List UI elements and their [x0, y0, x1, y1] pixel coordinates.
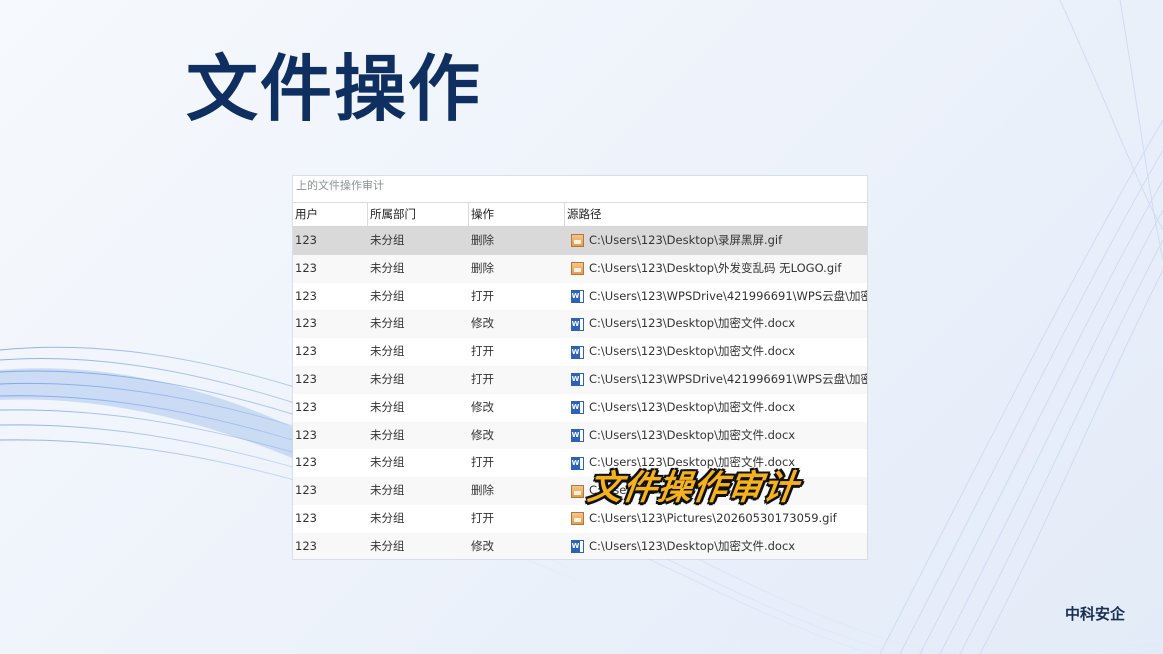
cell-department: 未分组 — [370, 510, 405, 525]
column-header-source-path[interactable]: 源路径 — [565, 203, 867, 226]
cell-user: 123 — [295, 316, 317, 331]
cell-department: 未分组 — [370, 344, 405, 359]
cell-department: 未分组 — [370, 483, 405, 498]
cell-operation: 删除 — [471, 483, 494, 498]
cell-source-path: C:\Users\123\Desktop\外发变乱码 无LOGO.gif — [565, 255, 867, 283]
table-header: 用户 所属部门 操作 源路径 — [293, 203, 867, 227]
cell-user: 123 — [295, 344, 317, 359]
table-row[interactable]: 123 未分组 修改 C:\Users\123\Desktop\加密文件.doc… — [293, 310, 867, 339]
cell-operation: 打开 — [471, 288, 494, 303]
cell-operation: 打开 — [471, 344, 494, 359]
cell-operation: 修改 — [471, 427, 494, 442]
cell-operation: 打开 — [471, 371, 494, 386]
word-file-icon — [571, 540, 584, 554]
word-file-icon — [571, 345, 584, 359]
gif-file-icon — [571, 512, 584, 526]
path-text: C:\Users\123\Desktop\录屏黑屏.gif — [589, 233, 783, 247]
cell-department: 未分组 — [370, 371, 405, 386]
table-row[interactable]: 123 未分组 修改 C:\Users\123\Desktop\加密文件.doc… — [293, 421, 867, 450]
cell-department: 未分组 — [370, 233, 405, 247]
cell-source-path: C:\Users\123\Desktop\加密文件.docx — [565, 338, 867, 366]
path-text: C:\Users\123\WPSDrive\421996691\WPS云盘\加密… — [589, 371, 867, 386]
table-row[interactable]: 123 未分组 打开 C:\Users\123\WPSDrive\4219966… — [293, 283, 867, 311]
cell-source-path: C:\Users\123\WPSDrive\421996691\WPS云盘\加密… — [565, 283, 867, 311]
gif-file-icon — [571, 262, 584, 276]
cell-user: 123 — [295, 371, 317, 386]
cell-department: 未分组 — [370, 316, 405, 331]
slide-title: 文件操作 — [186, 47, 483, 131]
cell-operation: 删除 — [471, 233, 494, 247]
table-row[interactable]: 123 未分组 修改 C:\Users\123\Desktop\加密文件.doc… — [293, 532, 867, 559]
path-text: C:\Users\123\WPSDrive\421996691\WPS云盘\加密… — [589, 288, 867, 303]
table-row[interactable]: 123 未分组 打开 C:\Users\123\Desktop\加密文件.doc… — [293, 338, 867, 366]
cell-department: 未分组 — [370, 427, 405, 442]
path-text: C:\Users\123\Desktop\加密文件.docx — [589, 344, 796, 359]
cell-user: 123 — [295, 233, 317, 247]
cell-source-path: C:\Users\123\Desktop\加密文件.docx — [565, 394, 867, 422]
path-text: C:\Users\123\Desktop\外发变乱码 无LOGO.gif — [589, 260, 842, 275]
cell-operation: 打开 — [471, 455, 494, 470]
path-text: C:\Users\123\Desktop\加密文件.docx — [589, 399, 796, 414]
cell-department: 未分组 — [370, 455, 405, 470]
column-header-department[interactable]: 所属部门 — [368, 203, 469, 226]
cell-user: 123 — [295, 538, 317, 553]
cell-department: 未分组 — [370, 288, 405, 303]
gif-file-icon — [571, 234, 584, 248]
cell-user: 123 — [295, 455, 317, 470]
word-file-icon — [571, 456, 584, 470]
cell-department: 未分组 — [370, 399, 405, 414]
cell-department: 未分组 — [370, 538, 405, 553]
table-row[interactable]: 123 未分组 修改 C:\Users\123\Desktop\加密文件.doc… — [293, 394, 867, 422]
word-file-icon — [571, 289, 584, 303]
cell-source-path: C:\Users\123\Desktop\加密文件.docx — [565, 310, 867, 338]
cell-operation: 打开 — [471, 510, 494, 525]
column-header-user[interactable]: 用户 — [293, 203, 368, 226]
cell-user: 123 — [295, 399, 317, 414]
word-file-icon — [571, 317, 584, 331]
cell-operation: 修改 — [471, 538, 494, 553]
column-header-operation[interactable]: 操作 — [469, 203, 565, 226]
table-row[interactable]: 123 未分组 删除 C:\Users\123\Desktop\录屏黑屏.gif — [293, 227, 867, 255]
cell-operation: 修改 — [471, 399, 494, 414]
table-row[interactable]: 123 未分组 删除 C:\Users\123\Desktop\外发变乱码 无L… — [293, 254, 867, 283]
cell-user: 123 — [295, 510, 317, 525]
cell-operation: 删除 — [471, 260, 494, 275]
path-text: C:\Users\123\Desktop\加密文件.docx — [589, 316, 796, 331]
cell-source-path: C:\Users\123\Desktop\录屏黑屏.gif — [565, 227, 867, 255]
gif-file-icon — [571, 484, 584, 498]
path-text: C:\Users\123\Desktop\加密文件.docx — [589, 538, 796, 553]
cell-user: 123 — [295, 483, 317, 498]
brand-name: 中科安企 — [1064, 605, 1125, 623]
word-file-icon — [571, 428, 584, 442]
cell-user: 123 — [295, 427, 317, 442]
cell-source-path: C:\Users\123\WPSDrive\421996691\WPS云盘\加密… — [565, 366, 867, 394]
cell-department: 未分组 — [370, 260, 405, 275]
window-title: 上的文件操作审计 — [293, 176, 867, 203]
cell-source-path: C:\Users\123\Desktop\加密文件.docx — [565, 422, 867, 450]
word-file-icon — [571, 373, 584, 387]
overlay-caption: 文件操作审计 — [585, 468, 801, 508]
cell-source-path: C:\Users\123\Desktop\加密文件.docx — [565, 533, 867, 559]
cell-operation: 修改 — [471, 316, 494, 331]
table-row[interactable]: 123 未分组 打开 C:\Users\123\WPSDrive\4219966… — [293, 365, 867, 394]
word-file-icon — [571, 401, 584, 415]
path-text: C:\Users\123\Desktop\加密文件.docx — [589, 427, 796, 442]
cell-user: 123 — [295, 260, 317, 275]
cell-user: 123 — [295, 288, 317, 303]
